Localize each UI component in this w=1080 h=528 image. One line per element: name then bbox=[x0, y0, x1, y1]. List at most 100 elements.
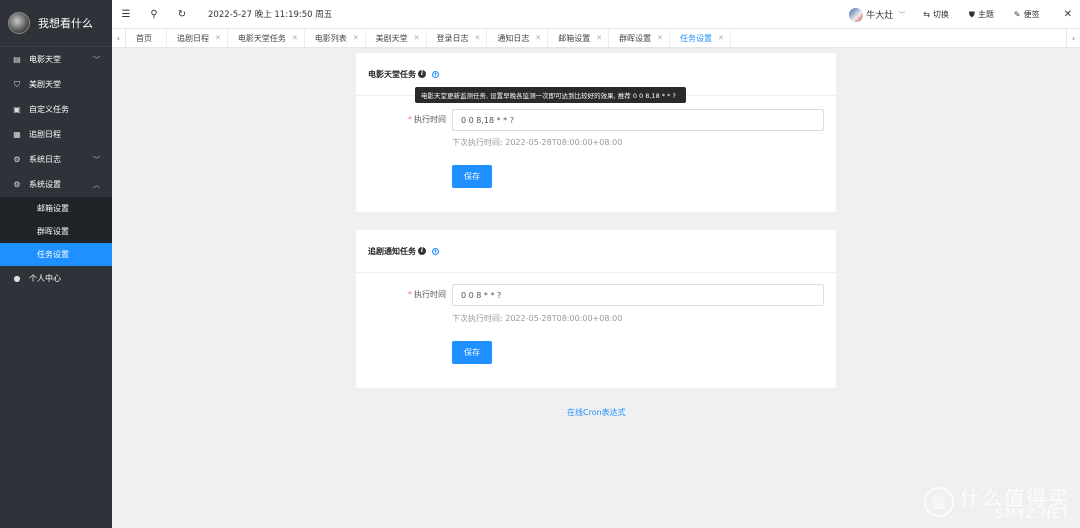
sidebar-item-label: 群晖设置 bbox=[37, 227, 69, 236]
sidebar-item-label: 追剧日程 bbox=[29, 130, 61, 139]
topbar-actions: 牛大灶 ﹀ ⇆ 切换 ⛊ 主题 ✎ 便签 ✕ bbox=[849, 0, 1072, 29]
field-label: * 执行时间 bbox=[408, 115, 446, 124]
sidebar-item-label: 个人中心 bbox=[29, 274, 61, 283]
next-run-text: 下次执行时间: 2022-05-28T08:00:00+08:00 bbox=[452, 314, 623, 323]
sidebar-item-synology-settings[interactable]: 群晖设置 bbox=[0, 220, 112, 243]
tab-label: 电影列表 bbox=[314, 33, 347, 43]
watermark: 值 什么值得买 SMYZ.NET bbox=[924, 482, 1070, 522]
sidebar-item-us-drama[interactable]: ⛉ 美剧天堂 bbox=[0, 72, 112, 97]
tab-label: 追剧日程 bbox=[177, 33, 209, 43]
tab-label: 任务设置 bbox=[680, 33, 712, 43]
tab-label: 通知日志 bbox=[497, 33, 530, 43]
watermark-site: SMYZ.NET bbox=[995, 507, 1070, 522]
tab-close-icon[interactable]: ✕ bbox=[353, 34, 359, 42]
sidebar-item-label: 电影天堂 bbox=[29, 55, 61, 64]
tab-close-icon[interactable]: ✕ bbox=[535, 34, 541, 42]
add-icon[interactable]: + bbox=[432, 70, 439, 78]
shirt-icon: ⛊ bbox=[968, 9, 975, 19]
tab-bar: ‹ 首页 追剧日程 ✕ 电影天堂任务 ✕ 电影列表 ✕ 美剧天堂 ✕ 登录日志 ✕ 通知日… bbox=[112, 29, 1080, 48]
info-icon[interactable]: i bbox=[418, 70, 426, 78]
sidebar-submenu-settings: 邮箱设置 群晖设置 任务设置 bbox=[0, 197, 112, 266]
topbar: ☰ ⚲ ↻ 2022-5-27 晚上 11:19:50 周五 牛大灶 ﹀ ⇆ 切… bbox=[112, 0, 1080, 29]
tab-close-icon[interactable]: ✕ bbox=[475, 34, 481, 42]
avatar bbox=[849, 7, 864, 22]
cron-input[interactable]: 0 0 8 * * ? bbox=[452, 284, 824, 306]
card-title: 电影天堂任务 bbox=[368, 69, 416, 79]
theme-label: 主题 bbox=[977, 10, 994, 19]
chevron-down-icon: ﹀ bbox=[898, 10, 906, 19]
info-tooltip: 电影天堂更新监测任务, 设置早晚各监测一次即可达到比较好的效果, 推荐 0 0 … bbox=[415, 87, 686, 103]
theme-button[interactable]: ⛊ 主题 bbox=[969, 9, 994, 20]
search-icon[interactable]: ⚲ bbox=[140, 9, 168, 20]
sidebar-item-label: 系统日志 bbox=[29, 155, 61, 164]
tab-close-icon[interactable]: ✕ bbox=[657, 34, 663, 42]
tab-scroll-left-icon[interactable]: ‹ bbox=[112, 29, 126, 47]
refresh-icon[interactable]: ↻ bbox=[168, 9, 196, 20]
chevron-up-icon: ︿ bbox=[93, 180, 100, 189]
app-title: 我想看什么 bbox=[38, 17, 93, 30]
sidebar-item-task-settings[interactable]: 任务设置 bbox=[0, 243, 112, 266]
switch-button[interactable]: ⇆ 切换 bbox=[923, 9, 949, 20]
tab-login-log[interactable]: 登录日志 ✕ bbox=[427, 29, 488, 47]
app-logo[interactable]: 我想看什么 bbox=[0, 0, 112, 47]
cron-input[interactable]: 0 0 8,18 * * ? bbox=[452, 109, 824, 131]
tab-task-settings[interactable]: 任务设置 ✕ bbox=[670, 29, 731, 47]
main-content: 电影天堂任务 i + * 执行时间 0 0 8,18 * * ? 下次执行时间: … bbox=[112, 48, 1080, 528]
tab-close-icon[interactable]: ✕ bbox=[596, 34, 602, 42]
tab-mail-settings[interactable]: 邮箱设置 ✕ bbox=[548, 29, 610, 47]
note-label: 便签 bbox=[1023, 10, 1040, 19]
sidebar-item-mail-settings[interactable]: 邮箱设置 bbox=[0, 197, 112, 220]
switch-label: 切换 bbox=[932, 10, 949, 19]
tab-notify-log[interactable]: 通知日志 ✕ bbox=[487, 29, 549, 47]
watermark-logo: 值 bbox=[924, 487, 954, 517]
sidebar-item-system-log[interactable]: ⚙ 系统日志 ﹀ bbox=[0, 147, 112, 172]
sidebar: 我想看什么 ▤ 电影天堂 ﹀ ⛉ 美剧天堂 ▣ 自定义任务 ▦ 追剧日程 ⚙ 系… bbox=[0, 0, 112, 528]
card-title: 追剧通知任务 bbox=[368, 246, 416, 256]
tab-us-drama[interactable]: 美剧天堂 ✕ bbox=[366, 29, 427, 47]
menu-toggle-icon[interactable]: ☰ bbox=[112, 9, 140, 20]
calendar-icon: ▦ bbox=[13, 130, 21, 139]
watermark-text-group: 什么值得买 SMYZ.NET bbox=[960, 482, 1070, 522]
sidebar-item-label: 美剧天堂 bbox=[29, 80, 61, 89]
tab-label: 美剧天堂 bbox=[375, 33, 408, 43]
sidebar-item-drama-schedule[interactable]: ▦ 追剧日程 bbox=[0, 122, 112, 147]
online-cron-link[interactable]: 在线Cron表达式 bbox=[567, 407, 626, 418]
sidebar-item-movie-heaven[interactable]: ▤ 电影天堂 ﹀ bbox=[0, 47, 112, 72]
tab-label: 邮箱设置 bbox=[558, 33, 591, 43]
field-label: * 执行时间 bbox=[408, 290, 446, 299]
tab-close-icon[interactable]: ✕ bbox=[215, 34, 221, 42]
sidebar-item-label: 自定义任务 bbox=[29, 105, 69, 114]
sidebar-item-label: 任务设置 bbox=[37, 250, 69, 259]
tab-label: 电影天堂任务 bbox=[237, 33, 286, 43]
user-menu[interactable]: 牛大灶 ﹀ bbox=[849, 7, 906, 22]
save-button[interactable]: 保存 bbox=[452, 341, 492, 364]
save-button[interactable]: 保存 bbox=[452, 165, 492, 188]
close-icon[interactable]: ✕ bbox=[1064, 9, 1072, 20]
sidebar-item-profile[interactable]: ● 个人中心 bbox=[0, 266, 112, 291]
note-button[interactable]: ✎ 便签 bbox=[1014, 9, 1040, 20]
info-icon[interactable]: i bbox=[418, 247, 426, 255]
tab-drama-schedule[interactable]: 追剧日程 ✕ bbox=[167, 29, 228, 47]
next-run-text: 下次执行时间: 2022-05-28T08:00:00+08:00 bbox=[452, 138, 623, 147]
tab-home[interactable]: 首页 bbox=[126, 29, 167, 47]
sidebar-menu: ▤ 电影天堂 ﹀ ⛉ 美剧天堂 ▣ 自定义任务 ▦ 追剧日程 ⚙ 系统日志 ﹀ … bbox=[0, 47, 112, 291]
tab-movie-heaven-task[interactable]: 电影天堂任务 ✕ bbox=[228, 29, 305, 47]
shield-icon: ⛉ bbox=[14, 79, 20, 89]
tab-synology-settings[interactable]: 群晖设置 ✕ bbox=[609, 29, 670, 47]
add-icon[interactable]: + bbox=[432, 247, 439, 255]
sidebar-item-custom-task[interactable]: ▣ 自定义任务 bbox=[0, 97, 112, 122]
sidebar-item-label: 系统设置 bbox=[29, 180, 61, 189]
sidebar-item-label: 邮箱设置 bbox=[37, 204, 69, 213]
tab-close-icon[interactable]: ✕ bbox=[292, 34, 298, 42]
tab-label: 首页 bbox=[136, 33, 152, 43]
user-icon: ● bbox=[13, 274, 21, 283]
tab-scroll-right-icon[interactable]: › bbox=[1066, 29, 1080, 48]
tab-label: 登录日志 bbox=[436, 33, 469, 43]
chevron-down-icon: ﹀ bbox=[93, 155, 100, 164]
tab-close-icon[interactable]: ✕ bbox=[414, 34, 420, 42]
sidebar-item-system-settings[interactable]: ⚙ 系统设置 ︿ bbox=[0, 172, 112, 197]
tab-close-icon[interactable]: ✕ bbox=[718, 34, 724, 42]
tab-movie-list[interactable]: 电影列表 ✕ bbox=[305, 29, 366, 47]
switch-icon: ⇆ bbox=[923, 10, 930, 19]
pencil-icon: ✎ bbox=[1013, 10, 1021, 19]
